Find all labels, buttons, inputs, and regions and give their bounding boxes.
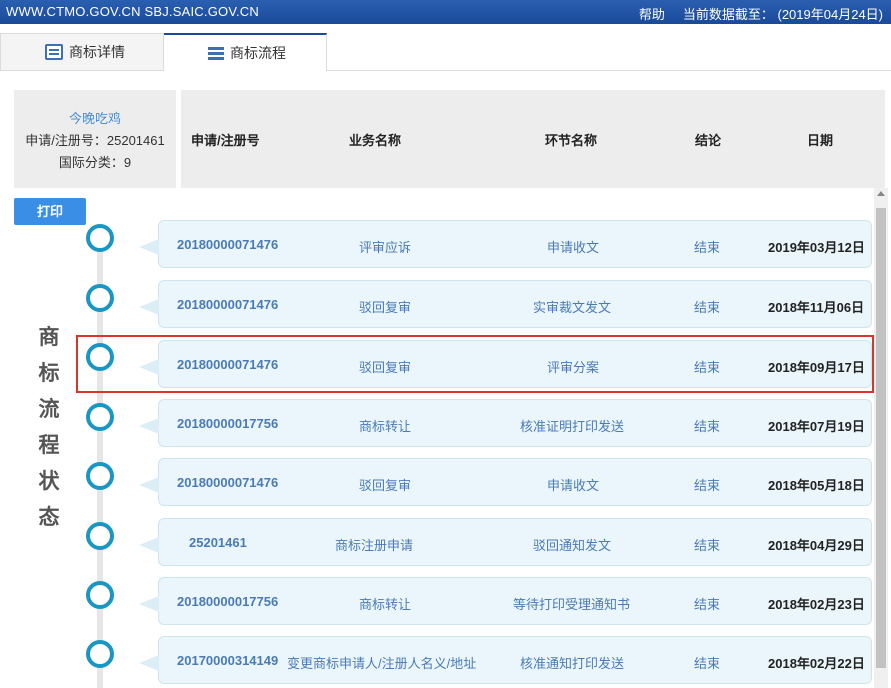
row-business: 驳回复审 bbox=[359, 478, 412, 493]
row-number: 20180000071476 bbox=[177, 237, 279, 252]
trademark-name[interactable]: 今晚吃鸡 bbox=[14, 108, 176, 130]
timeline-node-icon bbox=[86, 640, 114, 668]
row-number: 20170000314149 bbox=[177, 653, 279, 668]
row-result: 结束 bbox=[694, 597, 721, 612]
timeline-node-icon bbox=[86, 343, 114, 371]
row-result: 结束 bbox=[694, 300, 721, 315]
row-date: 2019年03月12日 bbox=[768, 240, 865, 255]
row-date: 2018年11月06日 bbox=[768, 300, 865, 315]
trademark-info-box: 今晚吃鸡 申请/注册号：25201461 国际分类：9 bbox=[14, 90, 176, 188]
column-header-date: 日期 bbox=[807, 133, 834, 148]
row-pointer bbox=[139, 537, 159, 553]
row-business: 驳回复审 bbox=[359, 300, 412, 315]
title-char: 态 bbox=[38, 506, 60, 529]
row-step: 驳回通知发文 bbox=[533, 538, 612, 553]
help-link[interactable]: 帮助 bbox=[639, 4, 665, 23]
row-pointer bbox=[139, 239, 159, 255]
row-result: 结束 bbox=[694, 656, 721, 671]
row-business: 变更商标申请人/注册人名义/地址 bbox=[287, 656, 477, 671]
row-number: 20180000071476 bbox=[177, 297, 279, 312]
row-result: 结束 bbox=[694, 240, 721, 255]
row-pointer bbox=[139, 655, 159, 671]
process-status-title: 商 标 流 程 状 态 bbox=[36, 320, 62, 536]
list-item: 20170000314149 变更商标申请人/注册人名义/地址 核准通知打印发送… bbox=[139, 636, 872, 684]
row-step: 核准证明打印发送 bbox=[520, 419, 625, 434]
vertical-scrollbar[interactable] bbox=[874, 188, 888, 688]
row-result: 结束 bbox=[694, 478, 721, 493]
data-as-of-value: (2019年04月24日) bbox=[777, 7, 884, 22]
row-business: 评审应诉 bbox=[359, 240, 412, 255]
print-button[interactable]: 打印 bbox=[14, 198, 86, 225]
title-char: 程 bbox=[38, 434, 60, 457]
data-as-of: 当前数据截至： (2019年04月24日) bbox=[683, 4, 883, 23]
list-item: 25201461 商标注册申请 驳回通知发文 结束 2018年04月29日 bbox=[139, 518, 872, 566]
title-char: 状 bbox=[38, 470, 60, 493]
row-date: 2018年09月17日 bbox=[768, 360, 865, 375]
data-as-of-label: 当前数据截至： bbox=[682, 7, 774, 22]
column-header-result: 结论 bbox=[695, 133, 722, 148]
row-business: 驳回复审 bbox=[359, 360, 412, 375]
row-business: 商标转让 bbox=[359, 597, 412, 612]
list-item: 20180000071476 驳回复审 实审裁文发文 结束 2018年11月06… bbox=[139, 280, 872, 328]
tab-bar: 商标详情 商标流程 bbox=[0, 33, 891, 71]
registration-number: 申请/注册号：25201461 bbox=[25, 133, 165, 148]
timeline-node-icon bbox=[86, 581, 114, 609]
row-result: 结束 bbox=[694, 538, 721, 553]
column-header-no: 申请/注册号 bbox=[191, 133, 260, 148]
scroll-up-arrow-icon[interactable] bbox=[877, 191, 885, 196]
list-item: 20180000071476 评审应诉 申请收文 结束 2019年03月12日 bbox=[139, 220, 872, 268]
row-result: 结束 bbox=[694, 360, 721, 375]
column-header-step: 环节名称 bbox=[545, 133, 598, 148]
list-item: 20180000071476 驳回复审 申请收文 结束 2018年05月18日 bbox=[139, 458, 872, 506]
list-item: 20180000017756 商标转让 等待打印受理通知书 结束 2018年02… bbox=[139, 577, 872, 625]
row-pointer bbox=[139, 299, 159, 315]
timeline-node-icon bbox=[86, 284, 114, 312]
row-number: 20180000071476 bbox=[177, 475, 279, 490]
row-date: 2018年02月22日 bbox=[768, 656, 865, 671]
table-header: 申请/注册号 业务名称 环节名称 结论 日期 bbox=[181, 90, 885, 188]
row-pointer bbox=[139, 418, 159, 434]
row-pointer bbox=[139, 477, 159, 493]
title-char: 商 bbox=[38, 326, 60, 349]
timeline-node-icon bbox=[86, 462, 114, 490]
row-step: 实审裁文发文 bbox=[533, 300, 612, 315]
document-icon bbox=[45, 44, 63, 60]
row-date: 2018年04月29日 bbox=[768, 538, 865, 553]
row-step: 申请收文 bbox=[547, 240, 600, 255]
title-char: 流 bbox=[38, 398, 60, 421]
row-business: 商标注册申请 bbox=[335, 538, 414, 553]
tab-label: 商标流程 bbox=[230, 45, 286, 61]
timeline-node-icon bbox=[86, 403, 114, 431]
tab-trademark-details[interactable]: 商标详情 bbox=[0, 33, 164, 71]
row-step: 等待打印受理通知书 bbox=[513, 597, 631, 612]
list-icon bbox=[208, 46, 224, 60]
row-date: 2018年05月18日 bbox=[768, 478, 865, 493]
row-pointer bbox=[139, 596, 159, 612]
international-class: 国际分类：9 bbox=[58, 155, 132, 170]
list-item: 20180000017756 商标转让 核准证明打印发送 结束 2018年07月… bbox=[139, 399, 872, 447]
row-date: 2018年02月23日 bbox=[768, 597, 865, 612]
row-number: 20180000071476 bbox=[177, 357, 279, 372]
row-pointer bbox=[139, 359, 159, 375]
row-number: 20180000017756 bbox=[177, 594, 279, 609]
timeline-node-icon bbox=[86, 224, 114, 252]
list-item: 20180000071476 驳回复审 评审分案 结束 2018年09月17日 bbox=[139, 340, 872, 388]
top-banner: WWW.CTMO.GOV.CN SBJ.SAIC.GOV.CN 帮助 当前数据截… bbox=[0, 0, 891, 24]
tab-label: 商标详情 bbox=[69, 44, 125, 60]
row-step: 申请收文 bbox=[547, 478, 600, 493]
row-business: 商标转让 bbox=[359, 419, 412, 434]
row-step: 评审分案 bbox=[547, 360, 600, 375]
topbar-right: 帮助 当前数据截至： (2019年04月24日) bbox=[639, 4, 883, 23]
scrollbar-thumb[interactable] bbox=[876, 208, 886, 668]
timeline-node-icon bbox=[86, 522, 114, 550]
tab-trademark-process[interactable]: 商标流程 bbox=[164, 33, 327, 71]
site-urls: WWW.CTMO.GOV.CN SBJ.SAIC.GOV.CN bbox=[6, 4, 259, 19]
row-result: 结束 bbox=[694, 419, 721, 434]
row-step: 核准通知打印发送 bbox=[520, 656, 625, 671]
row-date: 2018年07月19日 bbox=[768, 419, 865, 434]
column-header-business: 业务名称 bbox=[349, 133, 402, 148]
title-char: 标 bbox=[38, 362, 60, 385]
row-number: 25201461 bbox=[189, 535, 247, 550]
row-number: 20180000017756 bbox=[177, 416, 279, 431]
